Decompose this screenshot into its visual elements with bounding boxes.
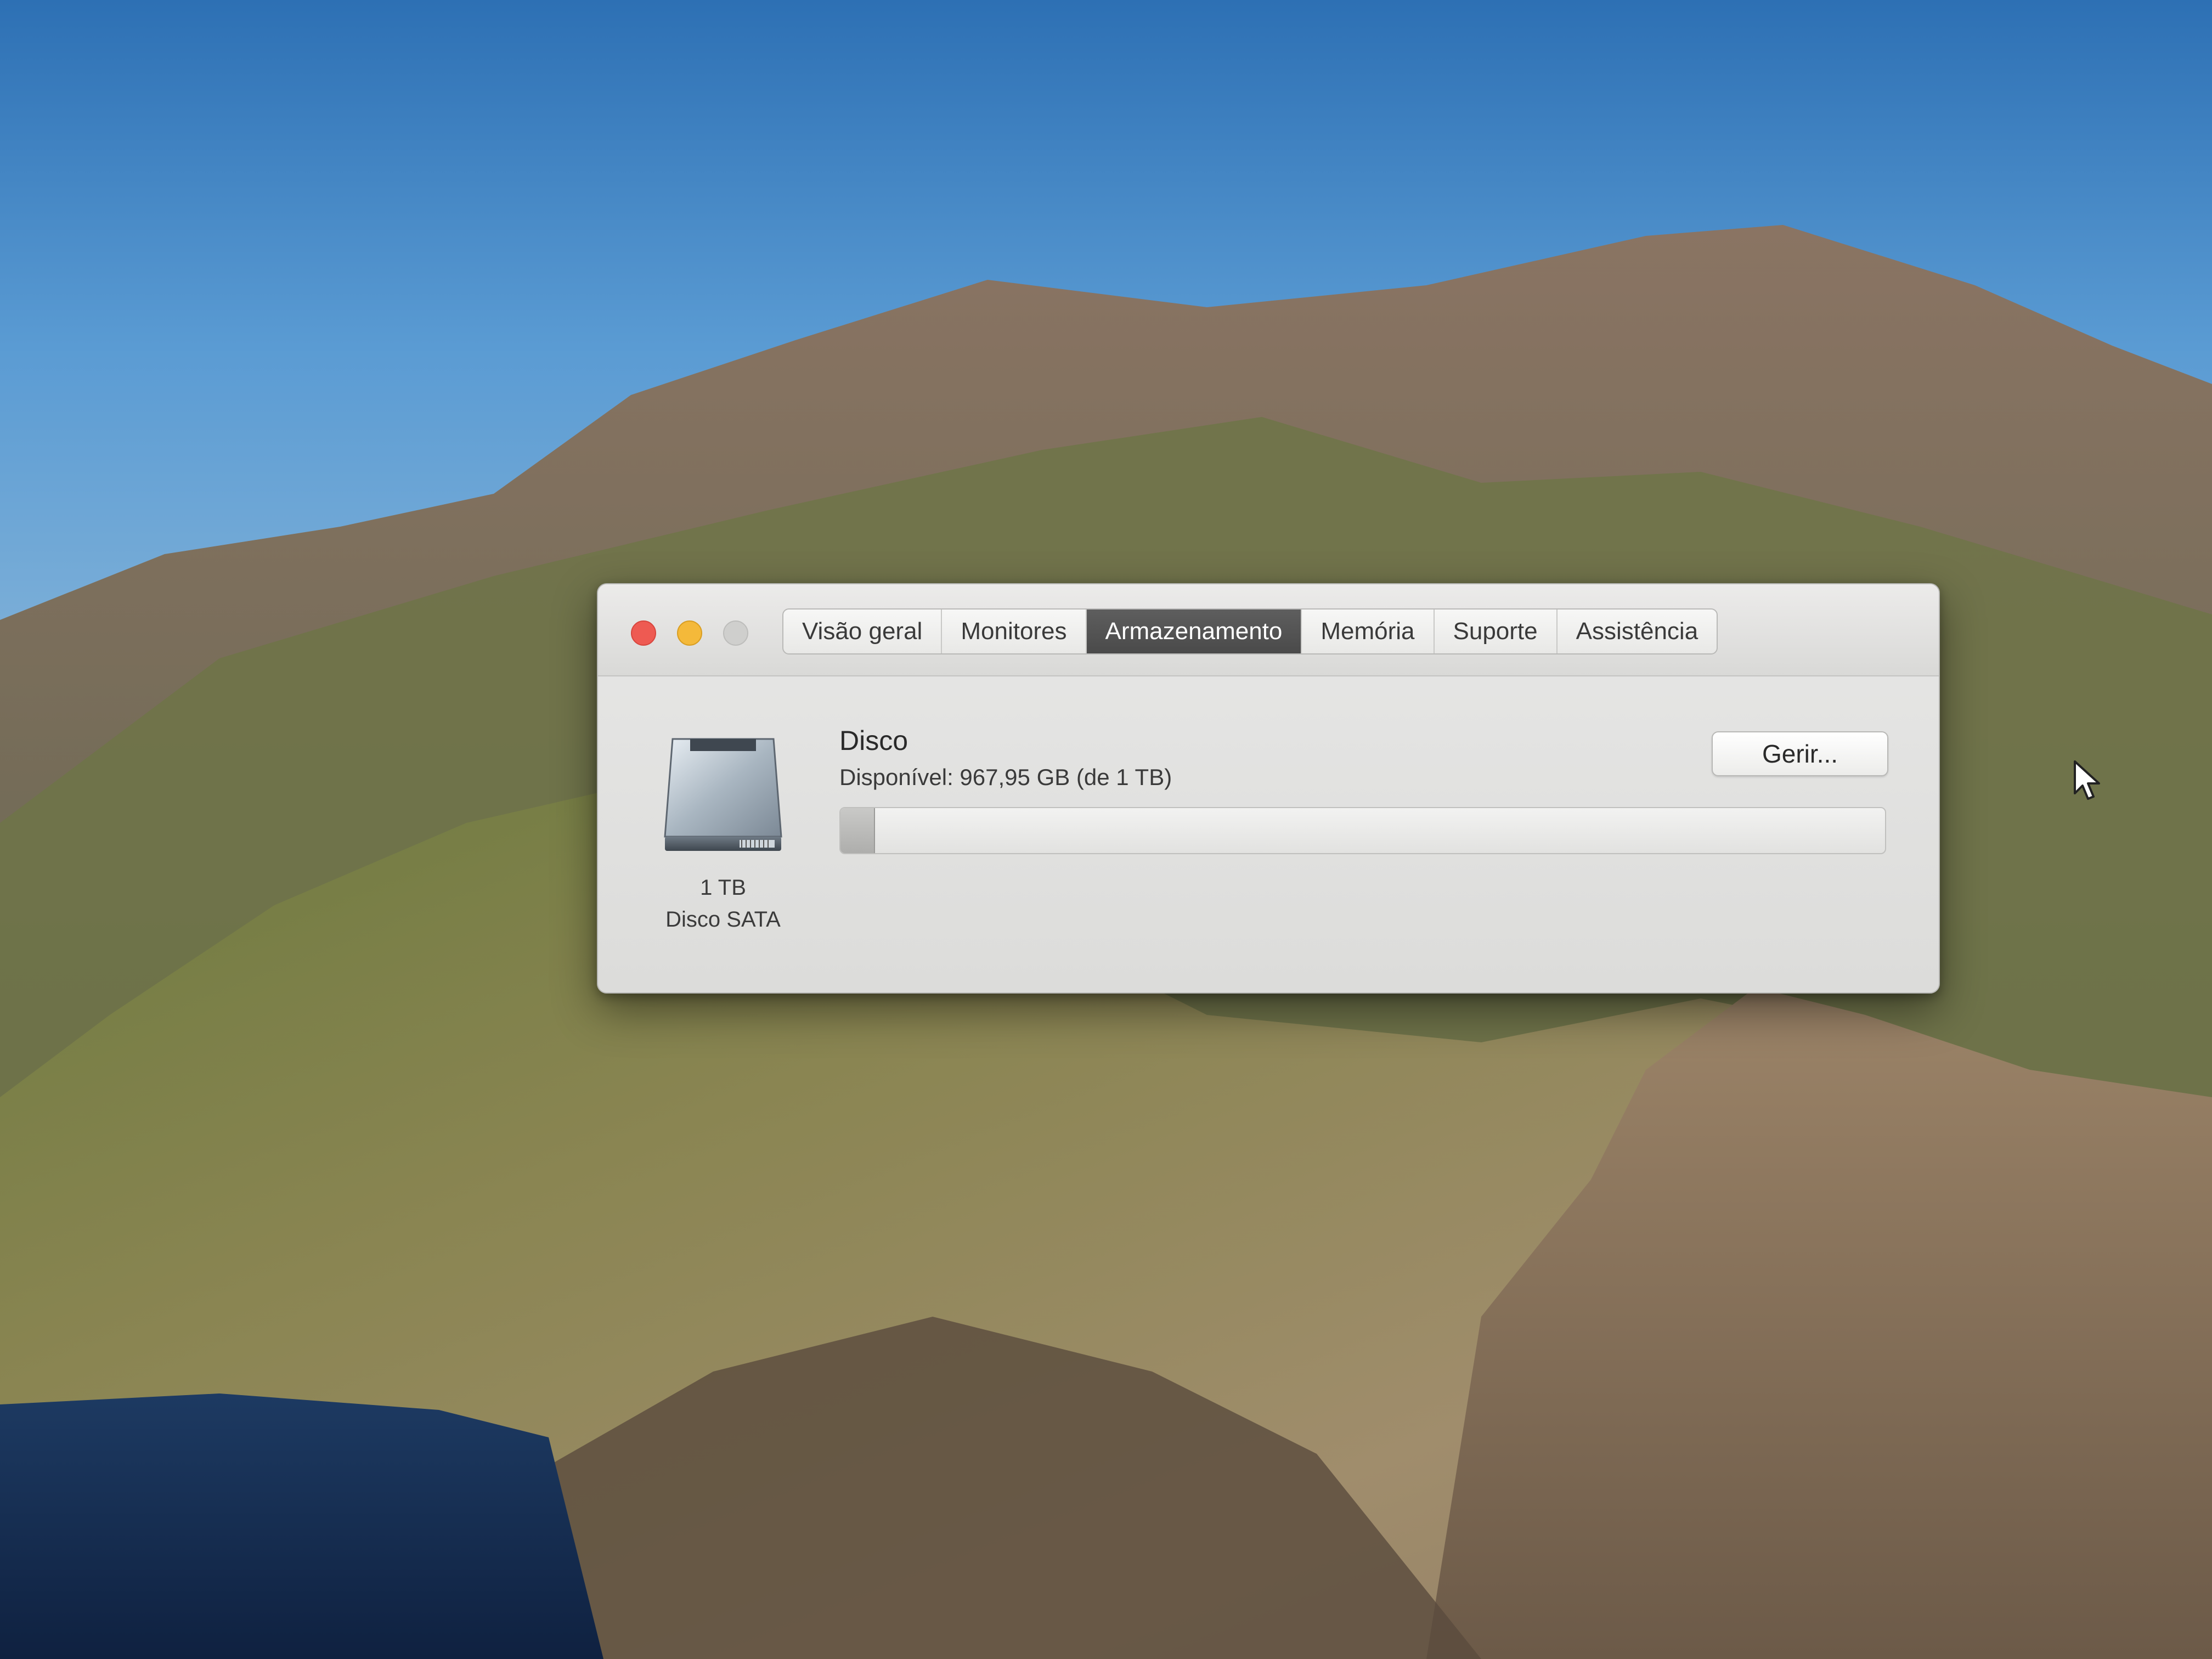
- disk-name: Disco: [839, 725, 909, 756]
- manage-button[interactable]: Gerir...: [1712, 731, 1888, 776]
- tab-displays[interactable]: Monitores: [942, 610, 1087, 653]
- window-titlebar: Visão geral Monitores Armazenamento Memó…: [598, 584, 1939, 676]
- about-this-mac-window: Visão geral Monitores Armazenamento Memó…: [597, 583, 1940, 994]
- mouse-pointer-icon: [2074, 760, 2100, 800]
- disk-type-label: Disco SATA: [665, 907, 781, 932]
- tab-service[interactable]: Assistência: [1558, 610, 1717, 653]
- close-button[interactable]: [631, 620, 656, 646]
- hard-drive-icon: [664, 738, 782, 851]
- minimize-button[interactable]: [677, 620, 702, 646]
- disk-capacity-label: 1 TB: [700, 876, 746, 900]
- storage-usage-bar: [839, 807, 1886, 854]
- tab-storage[interactable]: Armazenamento: [1086, 610, 1302, 653]
- tab-overview[interactable]: Visão geral: [783, 610, 943, 653]
- tab-memory[interactable]: Memória: [1302, 610, 1435, 653]
- tab-bar: Visão geral Monitores Armazenamento Memó…: [782, 608, 1718, 654]
- tab-support[interactable]: Suporte: [1435, 610, 1558, 653]
- disk-available-text: Disponível: 967,95 GB (de 1 TB): [839, 764, 1172, 790]
- storage-used-segment: [840, 808, 875, 853]
- disk-caption: 1 TB Disco SATA: [631, 872, 815, 935]
- desktop: Visão geral Monitores Armazenamento Memó…: [0, 0, 2212, 1659]
- storage-panel: 1 TB Disco SATA Disco Disponível: 967,95…: [598, 676, 1939, 992]
- zoom-button[interactable]: [723, 620, 748, 646]
